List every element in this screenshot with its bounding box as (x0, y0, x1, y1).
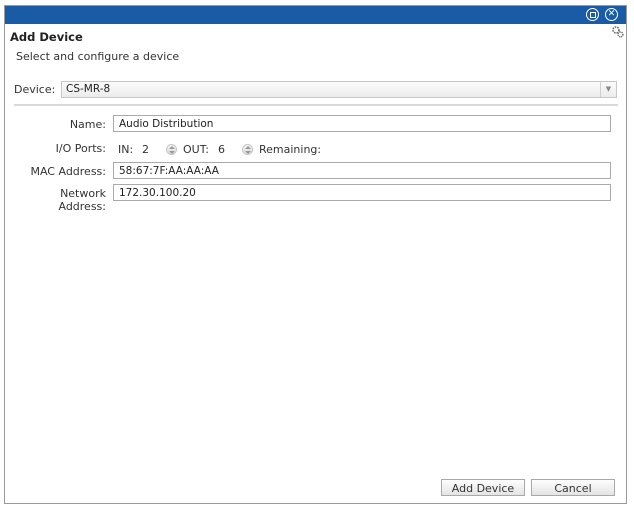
separator (14, 104, 618, 106)
gear-icon[interactable] (612, 26, 624, 38)
restore-icon[interactable] (586, 8, 599, 21)
in-value[interactable]: 2 (142, 141, 149, 158)
io-ports-label: I/O Ports: (55, 142, 106, 155)
out-stepper-icon[interactable] (242, 144, 253, 155)
add-device-dialog: ✕ Add Device Select and configure a devi… (4, 5, 627, 504)
in-stepper-icon[interactable] (166, 144, 177, 155)
title-bar: ✕ (5, 6, 626, 24)
add-device-button[interactable]: Add Device (441, 479, 525, 496)
close-icon[interactable]: ✕ (605, 8, 618, 21)
name-input[interactable] (113, 115, 611, 132)
device-select[interactable]: CS-MR-8 ▼ (61, 81, 617, 98)
network-address-input[interactable] (113, 184, 611, 201)
name-label: Name: (69, 118, 106, 131)
dialog-subtitle: Select and configure a device (16, 50, 180, 63)
device-selected-value: CS-MR-8 (66, 83, 111, 95)
out-value[interactable]: 6 (218, 141, 225, 158)
mac-address-label: MAC Address: (30, 165, 106, 178)
network-address-label: Network Address: (58, 187, 106, 213)
device-label: Device: (14, 83, 56, 96)
dialog-title: Add Device (10, 30, 83, 44)
in-label: IN: (118, 143, 134, 156)
cancel-button[interactable]: Cancel (531, 479, 615, 496)
chevron-down-icon[interactable]: ▼ (600, 82, 616, 97)
out-label: OUT: (183, 143, 209, 156)
mac-address-input[interactable] (113, 162, 611, 179)
